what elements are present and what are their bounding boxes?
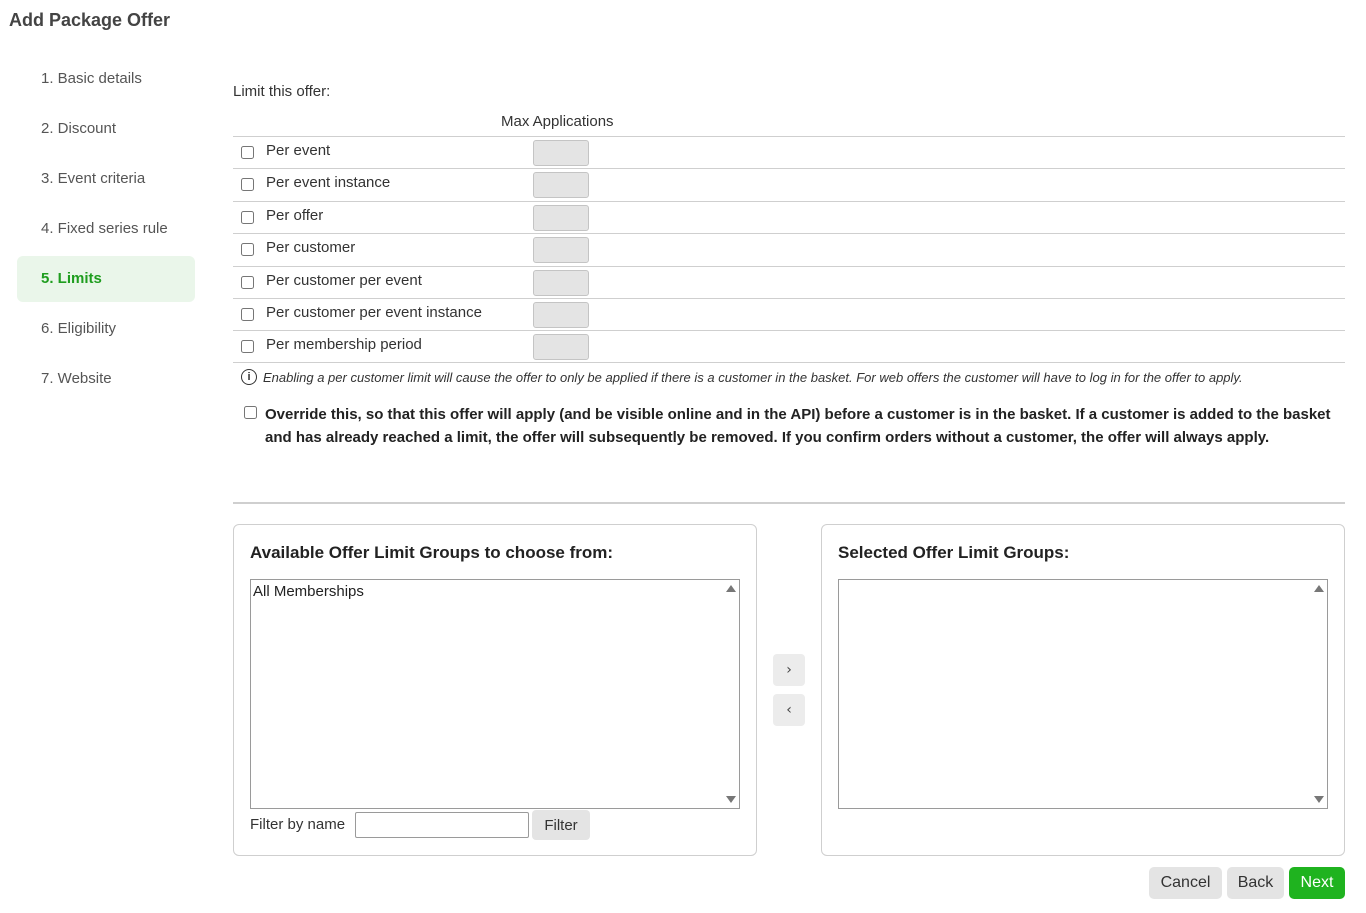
section-divider bbox=[233, 502, 1345, 504]
available-groups-panel: Available Offer Limit Groups to choose f… bbox=[233, 524, 757, 856]
per-event-instance-max-input[interactable] bbox=[533, 172, 589, 199]
per-membership-period-checkbox[interactable] bbox=[241, 340, 254, 354]
move-right-button[interactable]: › bbox=[773, 654, 805, 686]
step-website[interactable]: 7. Website bbox=[17, 356, 195, 402]
per-offer-max-input[interactable] bbox=[533, 204, 589, 231]
limit-label: Per customer bbox=[266, 239, 356, 257]
per-event-checkbox[interactable] bbox=[241, 146, 254, 159]
customer-limit-info: i Enabling a per customer limit will cau… bbox=[241, 369, 1243, 385]
wizard-steps: 1. Basic details 2. Discount 3. Event cr… bbox=[17, 56, 195, 406]
limit-label: Per customer per event instance bbox=[266, 303, 482, 321]
filter-input[interactable] bbox=[355, 812, 529, 838]
override-option: Override this, so that this offer will a… bbox=[244, 403, 1334, 449]
per-customer-per-event-max-input[interactable] bbox=[533, 269, 589, 296]
step-basic-details[interactable]: 1. Basic details bbox=[17, 56, 195, 102]
selected-groups-list[interactable] bbox=[838, 579, 1328, 809]
limit-row-per-customer-per-event-instance: Per customer per event instance bbox=[233, 297, 1345, 330]
info-text: Enabling a per customer limit will cause… bbox=[263, 369, 1243, 385]
filter-label: Filter by name bbox=[250, 816, 346, 833]
list-item[interactable]: All Memberships bbox=[253, 583, 364, 600]
max-applications-header: Max Applications bbox=[501, 113, 614, 130]
override-label: Override this, so that this offer will a… bbox=[265, 406, 1331, 446]
per-customer-per-event-checkbox[interactable] bbox=[241, 275, 254, 289]
scroll-down-arrow-icon[interactable] bbox=[726, 796, 736, 803]
move-left-button[interactable]: ‹ bbox=[773, 694, 805, 726]
available-groups-list[interactable]: All Memberships bbox=[250, 579, 740, 809]
per-offer-checkbox[interactable] bbox=[241, 210, 254, 224]
per-customer-checkbox[interactable] bbox=[241, 243, 254, 257]
per-customer-max-input[interactable] bbox=[533, 237, 589, 264]
scroll-up-arrow-icon[interactable] bbox=[726, 585, 736, 592]
limit-row-per-event-instance: Per event instance bbox=[233, 168, 1345, 200]
cancel-button[interactable]: Cancel bbox=[1149, 867, 1222, 899]
limit-label: Per event instance bbox=[266, 174, 391, 192]
per-event-max-input[interactable] bbox=[533, 140, 589, 166]
limit-label: Per offer bbox=[266, 206, 324, 224]
page-title: Add Package Offer bbox=[9, 10, 171, 30]
selected-groups-title: Selected Offer Limit Groups: bbox=[838, 543, 1070, 562]
limit-row-per-offer: Per offer bbox=[233, 200, 1345, 233]
available-groups-title: Available Offer Limit Groups to choose f… bbox=[250, 543, 614, 562]
back-button[interactable]: Back bbox=[1227, 867, 1284, 899]
limit-row-per-event: Per event bbox=[233, 136, 1345, 168]
step-limits[interactable]: 5. Limits bbox=[17, 256, 195, 302]
scroll-down-arrow-icon[interactable] bbox=[1314, 796, 1324, 803]
info-icon: i bbox=[241, 369, 257, 385]
limit-label: Per membership period bbox=[266, 336, 422, 354]
limit-section-title: Limit this offer: bbox=[233, 83, 331, 100]
per-customer-per-event-instance-max-input[interactable] bbox=[533, 301, 589, 328]
scroll-up-arrow-icon[interactable] bbox=[1314, 585, 1324, 592]
override-checkbox[interactable] bbox=[244, 406, 257, 419]
step-event-criteria[interactable]: 3. Event criteria bbox=[17, 156, 195, 202]
limit-label: Per event bbox=[266, 142, 331, 159]
step-eligibility[interactable]: 6. Eligibility bbox=[17, 306, 195, 352]
per-customer-per-event-instance-checkbox[interactable] bbox=[241, 307, 254, 321]
step-fixed-series-rule[interactable]: 4. Fixed series rule bbox=[17, 206, 195, 252]
limit-row-per-customer: Per customer bbox=[233, 233, 1345, 265]
limit-row-per-customer-per-event: Per customer per event bbox=[233, 265, 1345, 298]
limit-row-per-membership-period: Per membership period bbox=[233, 330, 1345, 363]
limit-table: Per event Per event instance Per offer P… bbox=[233, 136, 1345, 363]
limit-label: Per customer per event bbox=[266, 271, 422, 289]
next-button[interactable]: Next bbox=[1289, 867, 1345, 899]
per-event-instance-checkbox[interactable] bbox=[241, 178, 254, 192]
step-discount[interactable]: 2. Discount bbox=[17, 106, 195, 152]
selected-groups-panel: Selected Offer Limit Groups: bbox=[821, 524, 1345, 856]
filter-button[interactable]: Filter bbox=[532, 810, 590, 840]
per-membership-period-max-input[interactable] bbox=[533, 334, 589, 361]
